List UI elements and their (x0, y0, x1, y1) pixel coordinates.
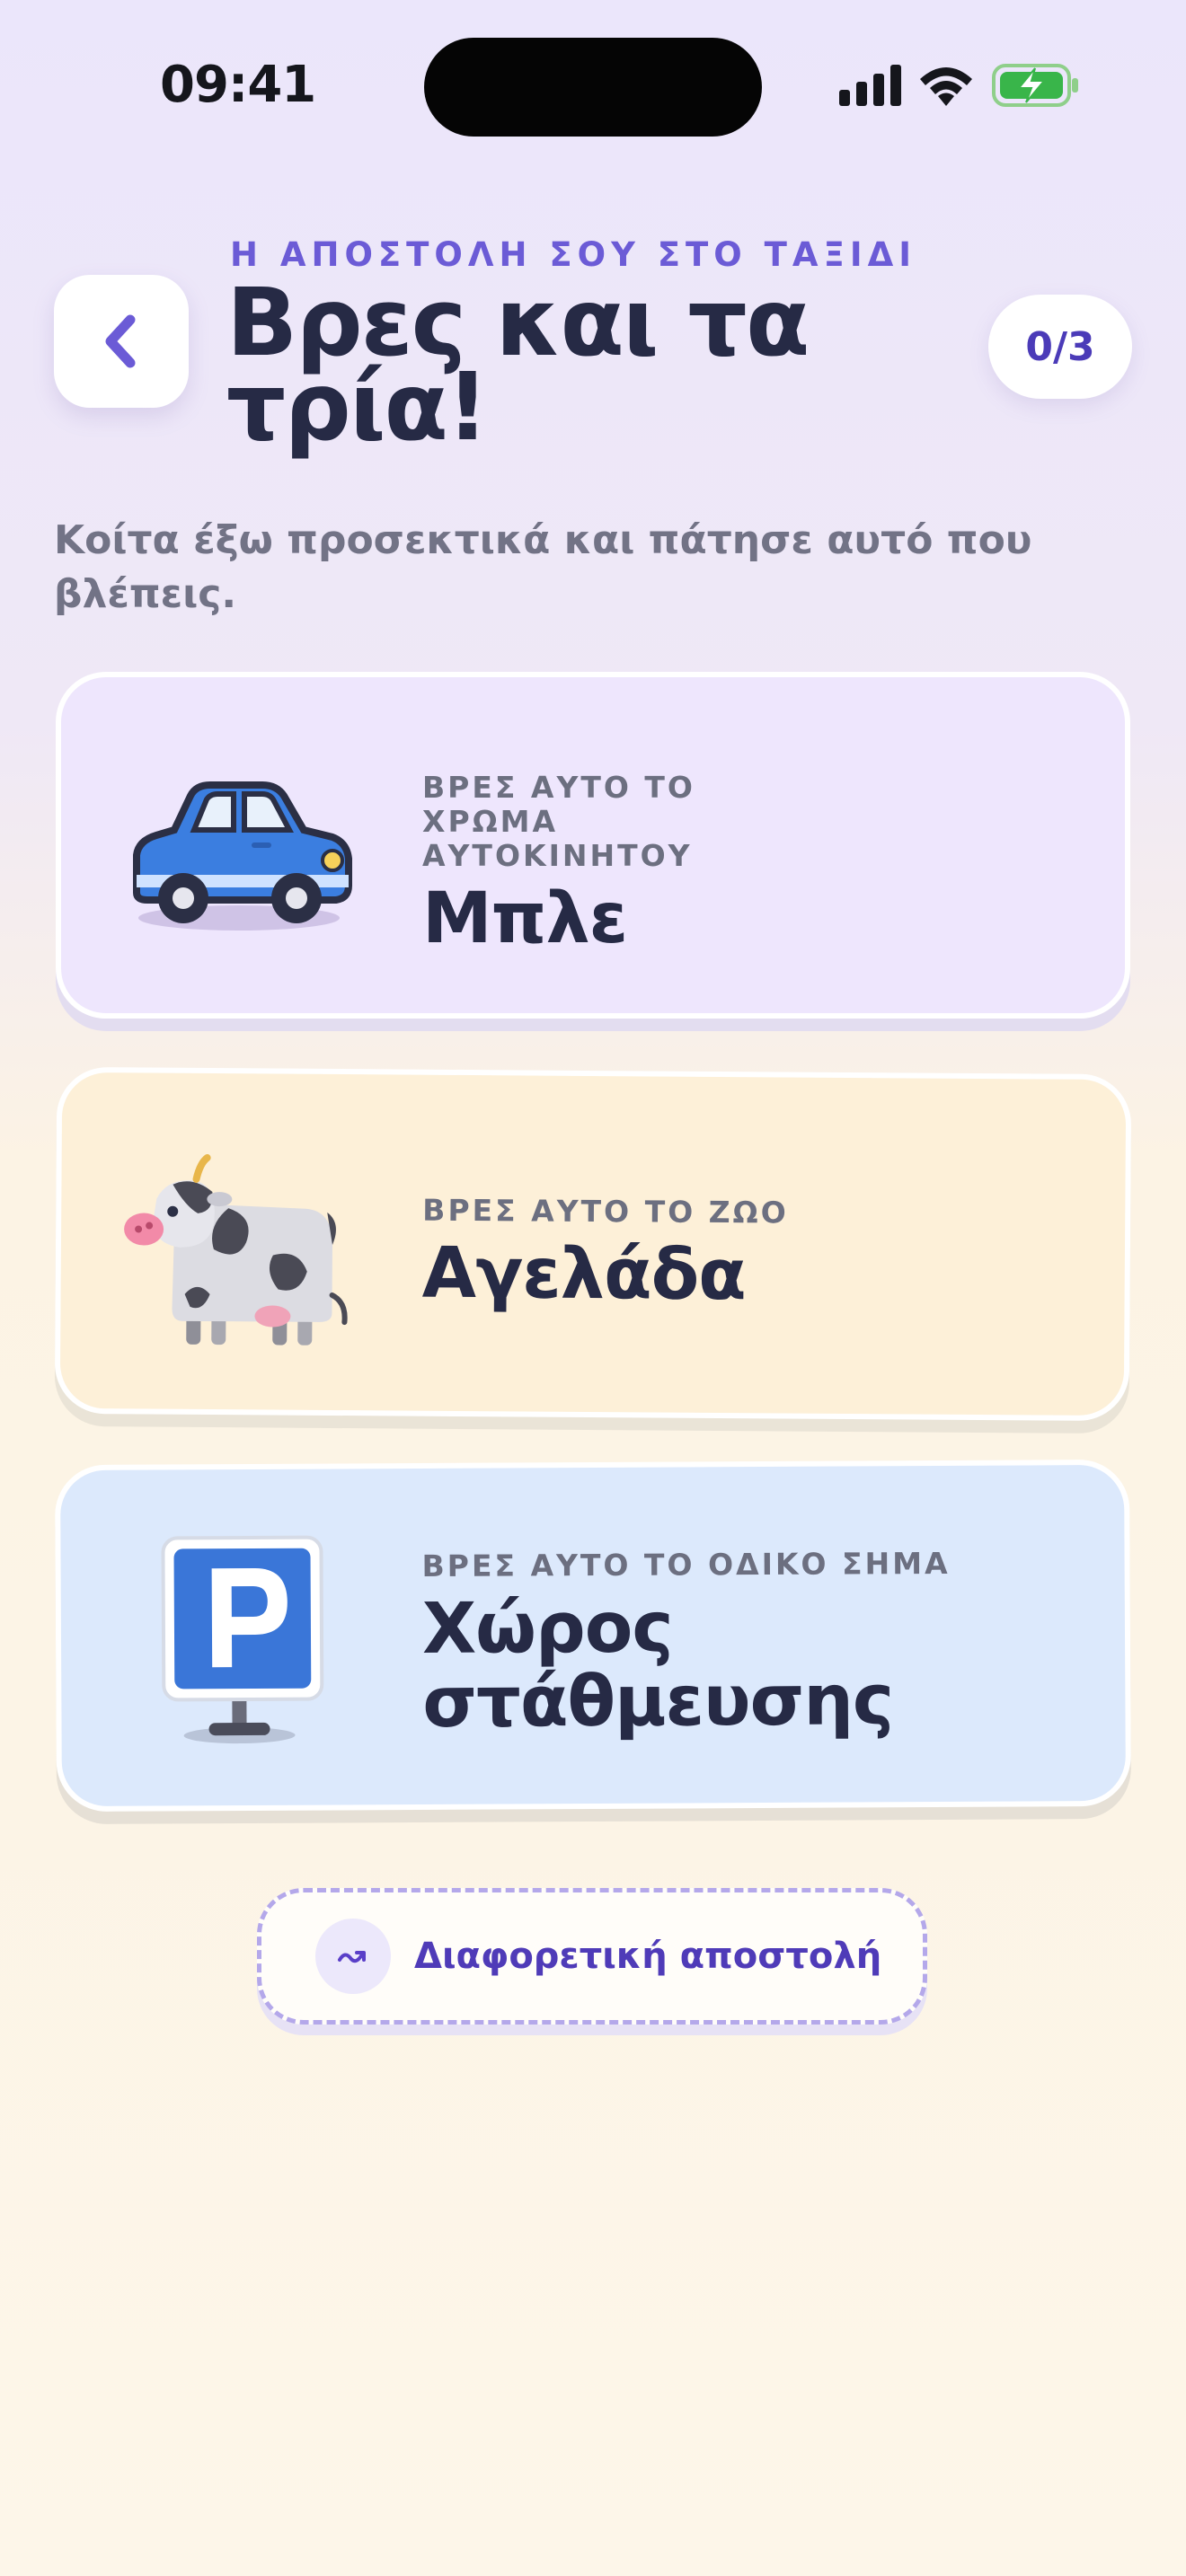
dynamic-island (424, 38, 762, 137)
parking-sign-icon (161, 1535, 324, 1744)
different-mission-label: Διαφορετική αποστολή (414, 1936, 882, 1977)
chevron-left-icon (105, 314, 136, 368)
shuffle-icon-wrapper (315, 1919, 391, 1994)
card-value: Αγελάδα (421, 1232, 747, 1317)
card-label: ΒΡΕΣ ΑΥΤΟ ΤΟ ΖΩΟ (422, 1192, 789, 1231)
signal-icon (839, 65, 901, 106)
page-title: Βρες και τα τρία! (226, 268, 810, 462)
shuffle-icon (338, 1951, 366, 1963)
status-time: 09:41 (160, 56, 316, 114)
mission-card-car-color[interactable]: ΒΡΕΣ ΑΥΤΟ ΤΟ ΧΡΩΜΑ ΑΥΤΟΚΙΝΗΤΟΥ Μπλε (56, 672, 1130, 1019)
different-mission-button[interactable]: Διαφορετική αποστολή (257, 1888, 927, 2025)
mission-card-road-sign[interactable]: ΒΡΕΣ ΑΥΤΟ ΤΟ ΟΔΙΚΟ ΣΗΜΑ Χώρος στάθμευσης (54, 1459, 1132, 1813)
card-text: ΒΡΕΣ ΑΥΤΟ ΤΟ ΟΔΙΚΟ ΣΗΜΑ Χώρος στάθμευσης (421, 1545, 979, 1743)
cow-icon (124, 1154, 348, 1345)
instructions-text: Κοίτα έξω προσεκτικά και πάτησε αυτό που… (54, 517, 1032, 617)
progress-counter: 0/3 (988, 295, 1132, 399)
card-text: ΒΡΕΣ ΑΥΤΟ ΤΟ ΖΩΟ Αγελάδα (421, 1192, 1051, 1317)
wifi-icon (920, 67, 972, 106)
mission-card-animal[interactable]: ΒΡΕΣ ΑΥΤΟ ΤΟ ΖΩΟ Αγελάδα (54, 1066, 1132, 1422)
card-text: ΒΡΕΣ ΑΥΤΟ ΤΟ ΧΡΩΜΑ ΑΥΤΟΚΙΝΗΤΟΥ Μπλε (422, 770, 836, 959)
battery-charging-icon (992, 64, 1078, 107)
blue-car-icon (133, 781, 352, 931)
card-value: Μπλε (422, 878, 628, 959)
card-label: ΒΡΕΣ ΑΥΤΟ ΤΟ ΟΔΙΚΟ ΣΗΜΑ (421, 1545, 951, 1584)
card-value: Χώρος στάθμευσης (421, 1587, 894, 1743)
back-button[interactable] (54, 275, 189, 408)
card-label: ΒΡΕΣ ΑΥΤΟ ΤΟ ΧΡΩΜΑ ΑΥΤΟΚΙΝΗΤΟΥ (422, 770, 695, 873)
